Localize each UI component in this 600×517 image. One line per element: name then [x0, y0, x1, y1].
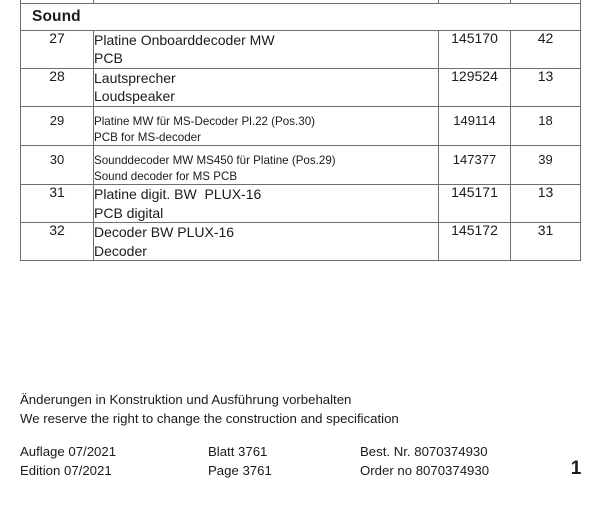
cell-quantity: 42 — [510, 30, 581, 69]
edition-de: Auflage 07/2021 — [20, 444, 117, 459]
description-de: Platine MW für MS-Decoder Pl.22 (Pos.30) — [94, 114, 316, 128]
cell-position-number: 29 — [20, 105, 94, 147]
edition-en: Edition 07/2021 — [20, 463, 112, 478]
group-header-label: Sound — [32, 8, 81, 25]
change-notice: Änderungen in Konstruktion und Ausführun… — [20, 390, 399, 428]
cell-part-number: 145172 — [438, 222, 511, 262]
change-notice-en: We reserve the right to change the const… — [20, 411, 399, 427]
cell-part-number: 129524 — [438, 67, 511, 107]
description-en: PCB digital — [94, 204, 164, 221]
cell-part-number: 149114 — [438, 105, 511, 147]
description-de: Platine digit. BW PLUX-16 — [94, 186, 262, 203]
description-de: Platine Onboarddecoder MW — [94, 32, 275, 48]
description-en: Loudspeaker — [94, 88, 175, 105]
description-en: PCB for MS-decoder — [94, 130, 201, 144]
cell-position-number: 30 — [20, 145, 94, 186]
cell-description: Sounddecoder MW MS450 für Platine (Pos.2… — [93, 145, 439, 186]
description-de: Sounddecoder MW MS450 für Platine (Pos.2… — [94, 154, 336, 168]
table-row: 27 Platine Onboarddecoder MW PCB 145170 42 — [20, 30, 581, 69]
table-row: 28 Lautsprecher Loudspeaker 129524 13 — [20, 67, 581, 107]
cell-description: Platine digit. BW PLUX-16 PCB digital — [93, 184, 439, 224]
table-body: 27 Platine Onboarddecoder MW PCB 145170 42 28… — [20, 30, 581, 262]
cell-part-number: 145171 — [438, 184, 511, 224]
cell-quantity: 39 — [510, 145, 581, 186]
cell-description: Platine Onboarddecoder MW PCB — [93, 30, 439, 69]
table-group-header-row: Sound — [20, 3, 581, 31]
table-row: 30 Sounddecoder MW MS450 für Platine (Pos… — [20, 145, 581, 186]
order-no-de: Best. Nr. 8070374930 — [360, 444, 488, 459]
description-en: Sound decoder for MS PCB — [94, 169, 238, 183]
cell-position-number: 32 — [20, 222, 94, 262]
description-en: PCB — [94, 50, 123, 67]
table-row: 31 Platine digit. BW PLUX-16 PCB digital 14… — [20, 184, 581, 224]
spare-parts-table: Sound 27 Platine Onboarddecoder MW PCB 1451… — [20, 0, 581, 262]
cell-quantity: 13 — [510, 67, 581, 107]
sheet-de: Blatt 3761 — [208, 444, 268, 459]
page-number: 1 — [570, 458, 582, 479]
imprint-row-de: Auflage 07/2021 Blatt 3761 Best. Nr. 807… — [20, 443, 580, 462]
description-de: Lautsprecher — [94, 69, 176, 86]
group-header-cell: Sound — [20, 3, 581, 31]
cell-description: Platine MW für MS-Decoder Pl.22 (Pos.30)… — [93, 105, 439, 147]
description-en: Decoder — [94, 242, 147, 259]
cell-quantity: 31 — [510, 222, 581, 262]
description-de: Decoder BW PLUX-16 — [94, 224, 235, 241]
cell-description: Decoder BW PLUX-16 Decoder — [93, 222, 439, 262]
table-row: 32 Decoder BW PLUX-16 Decoder 145172 31 — [20, 222, 581, 262]
table-row: 29 Platine MW für MS-Decoder Pl.22 (Pos.3… — [20, 105, 581, 147]
sheet-en: Page 3761 — [208, 463, 272, 478]
cell-part-number: 145170 — [438, 30, 511, 69]
cell-description: Lautsprecher Loudspeaker — [93, 67, 439, 107]
cell-position-number: 31 — [20, 184, 94, 224]
order-no-en: Order no 8070374930 — [360, 463, 490, 478]
cell-position-number: 28 — [20, 67, 94, 107]
imprint-row-en: Edition 07/2021 Page 3761 Order no 80703… — [20, 462, 580, 481]
cell-quantity: 18 — [510, 105, 581, 147]
cell-part-number: 147377 — [438, 145, 511, 186]
cell-position-number: 27 — [20, 30, 94, 69]
imprint-block: Auflage 07/2021 Blatt 3761 Best. Nr. 807… — [20, 443, 580, 481]
change-notice-de: Änderungen in Konstruktion und Ausführun… — [20, 392, 352, 407]
cell-quantity: 13 — [510, 184, 581, 224]
